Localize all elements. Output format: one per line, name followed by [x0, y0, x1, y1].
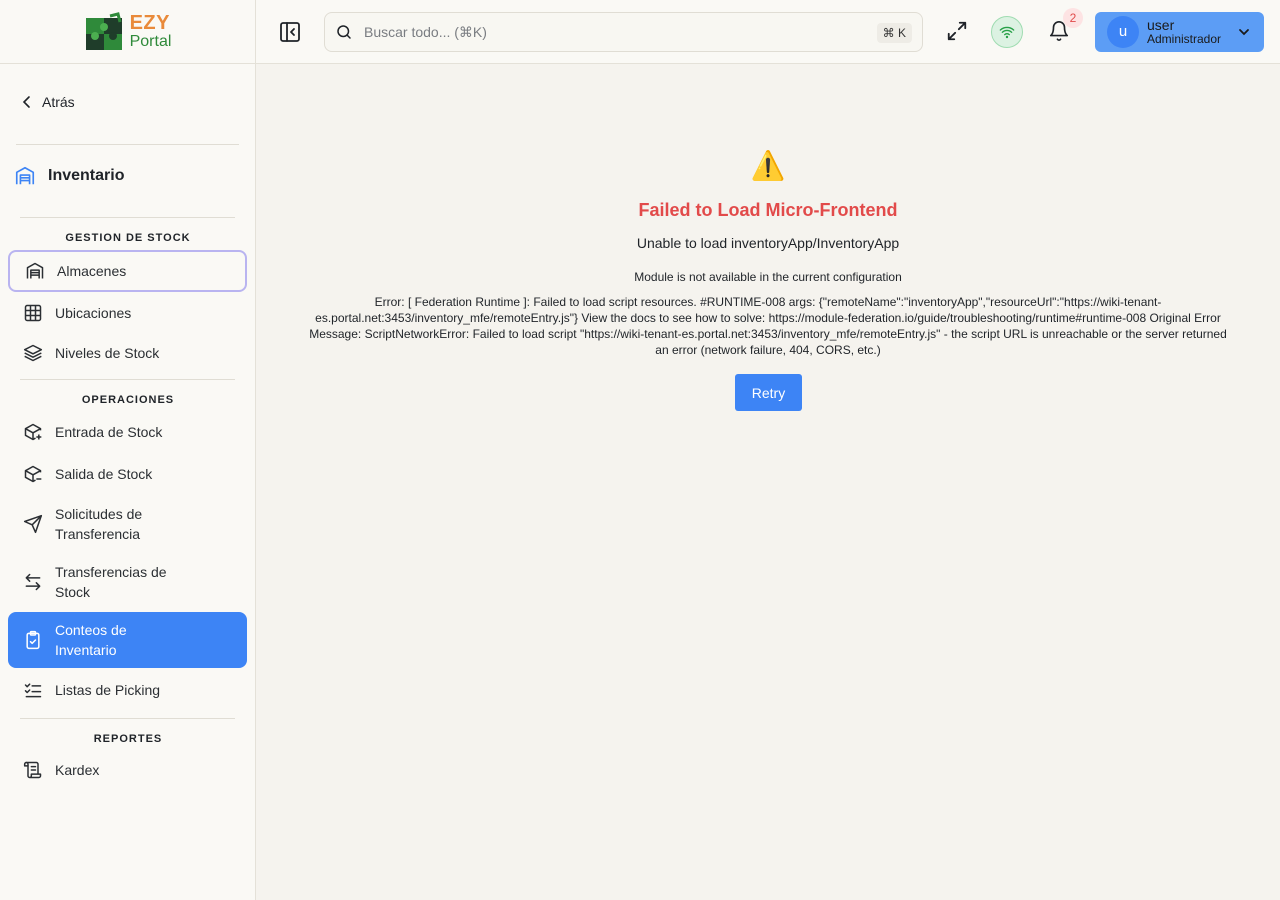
sidebar-item-label: Transferencias de Stock: [55, 564, 167, 600]
sidebar-item-label: Listas de Picking: [55, 682, 161, 698]
divider: [20, 379, 235, 380]
sidebar-item-kardex[interactable]: Kardex: [8, 750, 247, 790]
top-bar: ⌘ K 2 u user Administrador: [256, 0, 1280, 64]
module-title-label: Inventario: [48, 167, 125, 184]
puzzle-logo-icon: [85, 11, 122, 50]
retry-button[interactable]: Retry: [735, 374, 802, 411]
sidebar-item-almacenes[interactable]: Almacenes: [8, 250, 247, 292]
module-title: Inventario: [14, 164, 124, 188]
sidebar-item-label: Ubicaciones: [55, 305, 132, 321]
wifi-icon: [999, 26, 1015, 39]
sidebar-item-listas-de-picking[interactable]: Listas de Picking: [8, 670, 247, 710]
back-link[interactable]: Atrás: [20, 92, 75, 112]
arrows-left-right-icon: [25, 573, 41, 591]
scroll-icon: [23, 761, 42, 779]
error-detail: Error: [ Federation Runtime ]: Failed to…: [309, 295, 1227, 357]
send-icon: [23, 514, 43, 534]
list-checks-icon: [24, 683, 42, 698]
avatar: u: [1107, 16, 1139, 48]
sidebar-toggle-icon[interactable]: [278, 20, 302, 44]
user-menu-button[interactable]: u user Administrador: [1095, 12, 1264, 52]
search-input[interactable]: [364, 24, 844, 40]
chevron-down-icon: [1239, 29, 1249, 36]
package-plus-icon: [24, 423, 42, 441]
search-icon: [337, 25, 351, 39]
section-label-gestion-de-stock: GESTION DE STOCK: [65, 232, 191, 244]
error-title: Failed to Load Micro-Frontend: [638, 200, 898, 220]
logo-text-ezy: EZY: [129, 12, 170, 34]
sidebar-item-label: Solicitudes de Transferencia: [55, 506, 143, 542]
sidebar-item-solicitudes-de-transferencia[interactable]: Solicitudes de Transferencia: [8, 504, 247, 544]
search-bar[interactable]: ⌘ K: [324, 12, 923, 52]
layers-icon: [23, 344, 43, 362]
app-logo[interactable]: EZY Portal: [84, 11, 172, 52]
package-minus-icon: [24, 465, 42, 483]
sidebar-item-label: Conteos de Inventario: [55, 622, 127, 658]
warning-icon: ⚠️: [750, 150, 786, 181]
user-name: user: [1147, 17, 1175, 34]
connection-status-button[interactable]: [991, 16, 1023, 48]
sidebar: EZY Portal Atrás Inventario GESTION DE S…: [0, 0, 256, 900]
sidebar-item-label: Almacenes: [57, 263, 127, 279]
error-message: Module is not available in the current c…: [634, 270, 902, 284]
back-link-label: Atrás: [42, 94, 75, 110]
sidebar-item-label: Entrada de Stock: [55, 424, 163, 440]
sidebar-item-ubicaciones[interactable]: Ubicaciones: [8, 293, 247, 333]
clipboard-check-icon: [26, 630, 40, 650]
divider: [20, 217, 235, 218]
divider: [16, 144, 239, 145]
grid-icon: [24, 304, 42, 322]
sidebar-item-label: Salida de Stock: [55, 466, 153, 482]
sidebar-item-conteos-de-inventario[interactable]: Conteos de Inventario: [8, 612, 247, 668]
warehouse-icon: [15, 166, 35, 185]
sidebar-item-transferencias-de-stock[interactable]: Transferencias de Stock: [8, 562, 247, 602]
main-content: ⚠️ Failed to Load Micro-Frontend Unable …: [256, 64, 1280, 900]
sidebar-item-entrada-de-stock[interactable]: Entrada de Stock: [8, 412, 247, 452]
notification-count-badge: 2: [1063, 8, 1083, 28]
warehouse-icon: [26, 262, 44, 279]
chevron-left-icon: [22, 96, 30, 108]
divider: [20, 718, 235, 719]
sidebar-item-salida-de-stock[interactable]: Salida de Stock: [8, 454, 247, 494]
logo-text-portal: Portal: [129, 33, 172, 50]
section-label-reportes: REPORTES: [93, 733, 163, 745]
section-label-operaciones: OPERACIONES: [81, 394, 175, 406]
sidebar-item-label: Niveles de Stock: [55, 345, 160, 361]
fullscreen-icon[interactable]: [946, 20, 968, 42]
logo-area: EZY Portal: [0, 0, 255, 64]
user-role: Administrador: [1147, 32, 1222, 47]
sidebar-item-label: Kardex: [55, 762, 100, 778]
keyboard-shortcut-badge: ⌘ K: [876, 23, 912, 43]
sidebar-item-niveles-de-stock[interactable]: Niveles de Stock: [8, 333, 247, 373]
error-subtitle: Unable to load inventoryApp/InventoryApp: [636, 235, 900, 251]
